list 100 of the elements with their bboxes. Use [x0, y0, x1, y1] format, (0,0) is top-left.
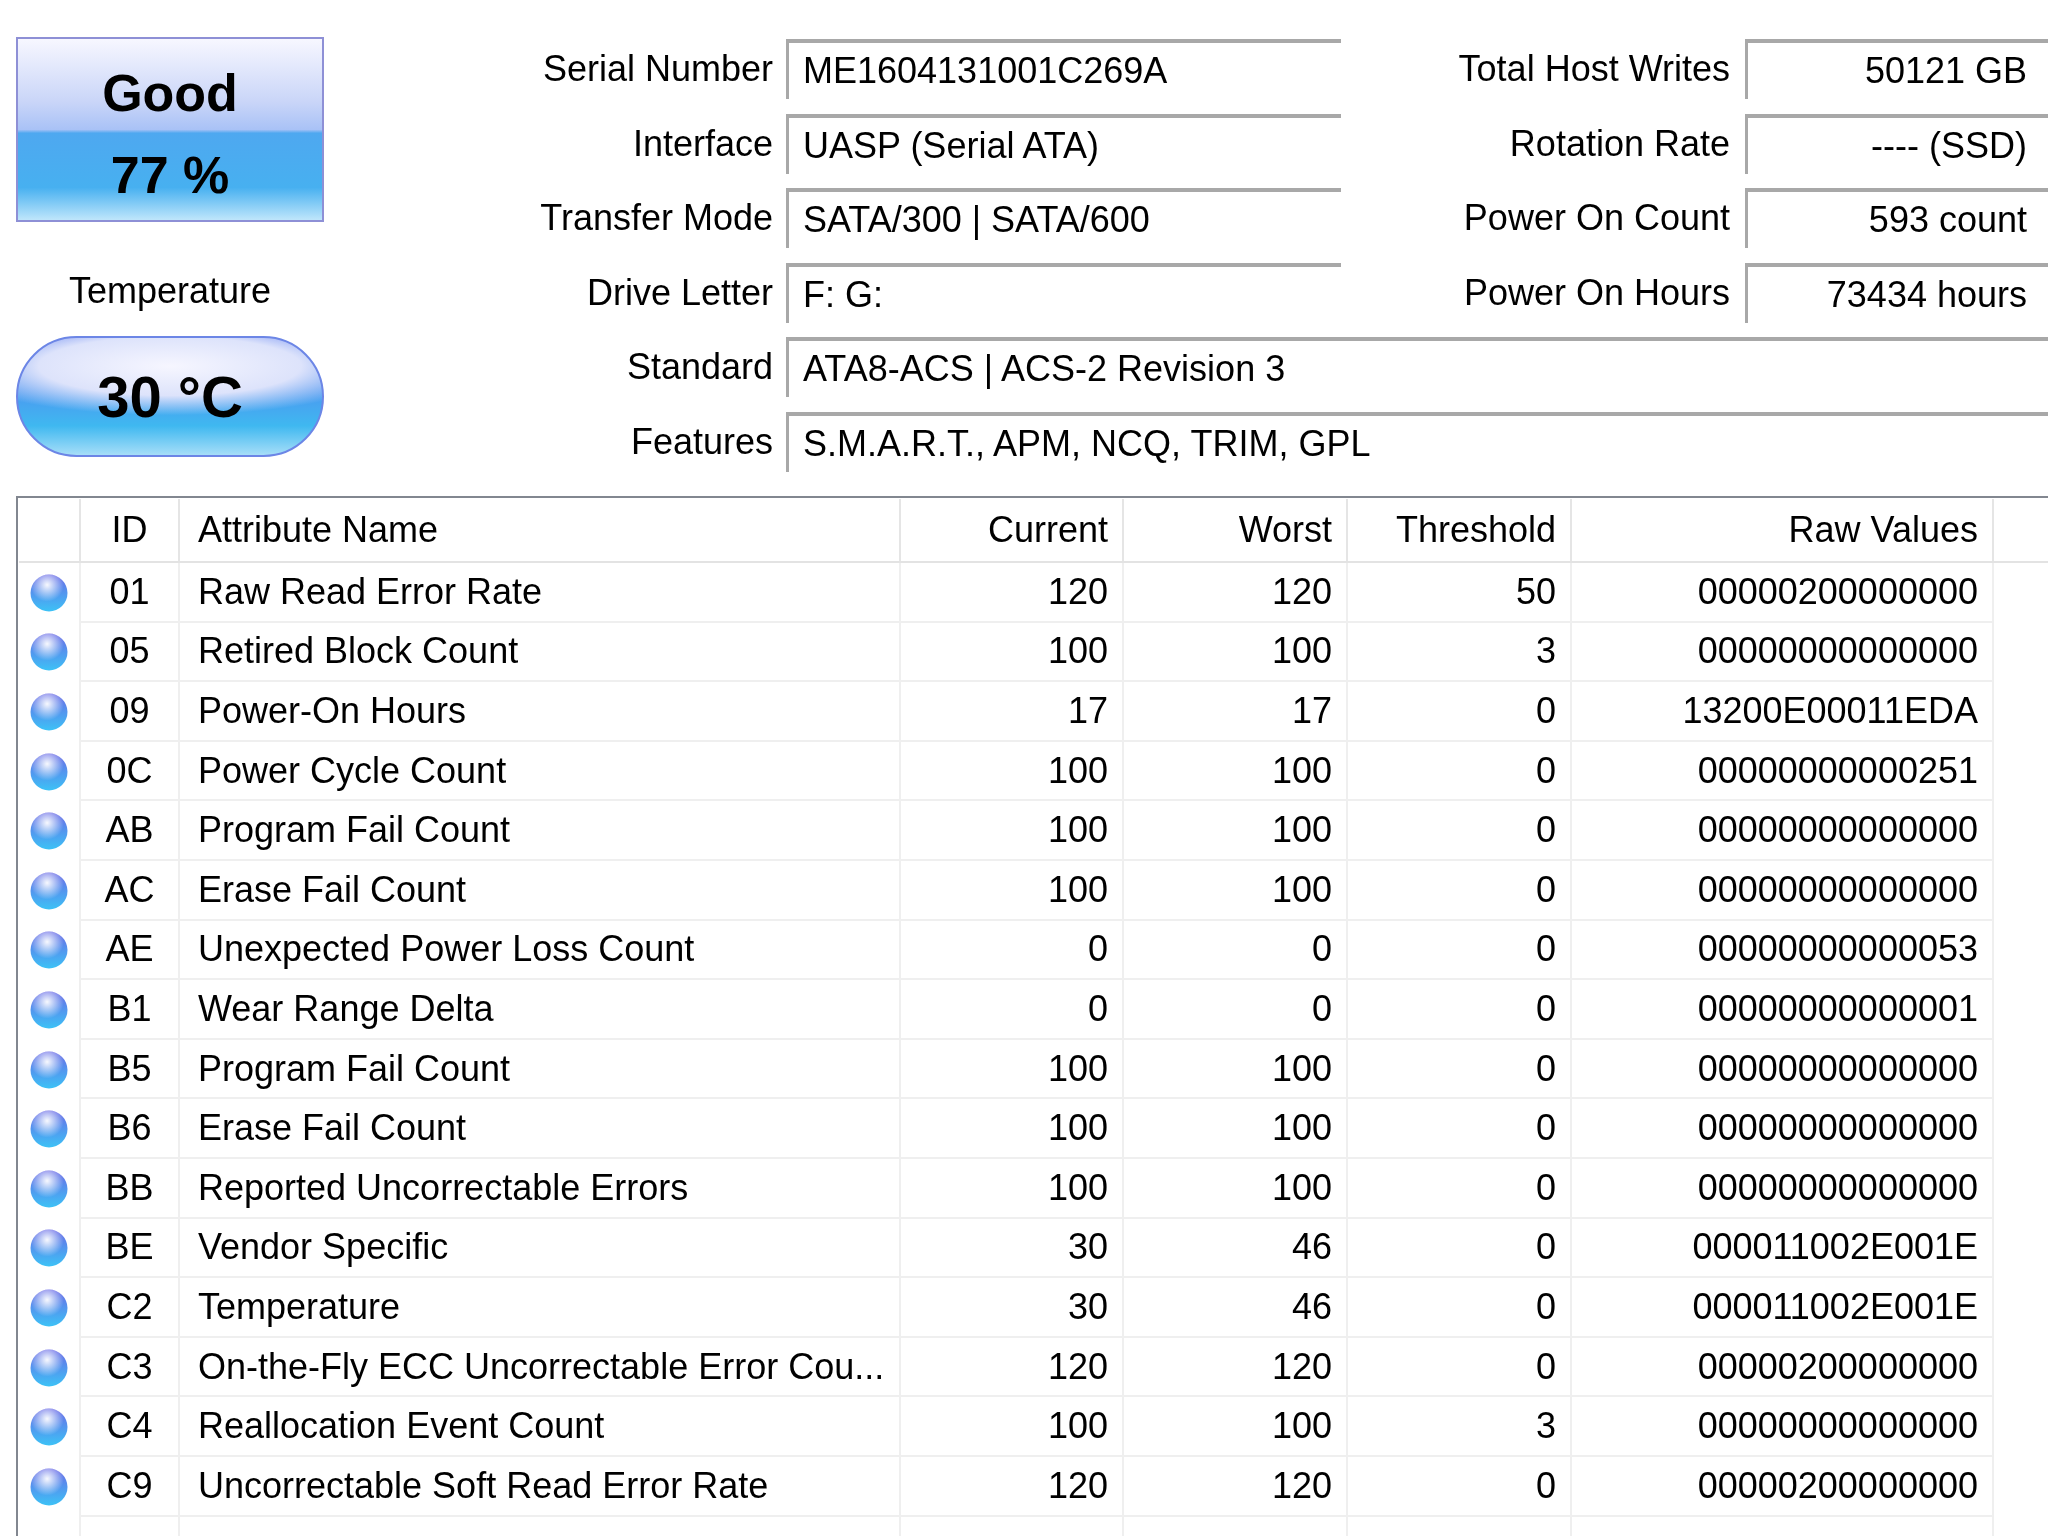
table-cell: Wear Range Delta [180, 980, 901, 1040]
table-cell: 120 [901, 1456, 1124, 1517]
table-cell: 0 [1124, 980, 1348, 1040]
column-header[interactable]: Raw Values [1572, 499, 1994, 561]
info-label: Drive Letter [586, 274, 773, 311]
table-cell: 000011002E001E [1572, 1218, 1994, 1279]
table-cell: C2 [81, 1278, 180, 1338]
table-cell: 100 [901, 741, 1124, 802]
table-cell: 100 [901, 801, 1124, 861]
table-cell: AE [81, 920, 180, 981]
table-cell: 100 [901, 622, 1124, 683]
table-cell: 0 [1348, 860, 1572, 921]
table-cell: 120 [901, 1337, 1124, 1398]
table-cell: Temperature [180, 1278, 901, 1338]
table-cell: 00000000000251 [1572, 741, 1994, 802]
table-cell: 0 [1348, 980, 1572, 1040]
table-cell: 00000000000053 [1572, 920, 1994, 981]
table-cell: 0 [1348, 1278, 1572, 1338]
column-header[interactable]: Attribute Name [180, 499, 901, 561]
table-cell: 000011002E001E [1572, 1278, 1994, 1338]
info-field: ATA8-ACS | ACS-2 Revision 3 [786, 337, 2048, 397]
info-field: UASP (Serial ATA) [786, 113, 1341, 174]
table-cell: 100 [901, 860, 1124, 921]
table-cell: C9 [81, 1456, 180, 1517]
table-cell: Program Fail Count [180, 1039, 901, 1100]
table-cell: 100 [901, 1397, 1124, 1457]
health-percent-text: 77 % [110, 145, 230, 206]
info-label: Interface [632, 125, 773, 162]
table-cell: 100 [1124, 1397, 1348, 1457]
table-cell: 0 [1348, 1456, 1572, 1517]
table-cell: 100 [1124, 860, 1348, 921]
table-cell: 100 [901, 1039, 1124, 1100]
column-header[interactable]: Worst [1124, 499, 1348, 561]
table-cell: 46 [1124, 1218, 1348, 1279]
info-label: Power On Count [1463, 200, 1730, 236]
info-field: S.M.A.R.T., APM, NCQ, TRIM, GPL [786, 411, 2048, 472]
table-cell: BB [81, 1158, 180, 1219]
table-cell: 05 [81, 622, 180, 683]
table-cell: 01 [81, 563, 180, 623]
info-field: 50121 GB [1745, 39, 2048, 99]
info-label: Total Host Writes [1458, 51, 1730, 87]
table-cell: Unexpected Power Loss Count [180, 920, 901, 981]
table-cell: 100 [1124, 622, 1348, 683]
info-field: ---- (SSD) [1745, 113, 2048, 174]
info-field: 73434 hours [1745, 262, 2048, 323]
table-cell: 00000000000000 [1572, 801, 1994, 861]
table-cell: 09 [81, 682, 180, 742]
table-cell: 120 [901, 563, 1124, 623]
column-header[interactable]: Current [901, 499, 1124, 561]
info-field: ME1604131001C269A [786, 39, 1341, 99]
table-cell: B1 [81, 980, 180, 1040]
table-cell: Power Cycle Count [180, 741, 901, 802]
table-cell: AC [81, 860, 180, 921]
table-cell: Uncorrectable Soft Read Error Rate [180, 1456, 901, 1517]
table-cell: 100 [1124, 1039, 1348, 1100]
table-cell: C4 [81, 1397, 180, 1457]
table-cell: 0 [1124, 920, 1348, 981]
table-cell: Raw Read Error Rate [180, 563, 901, 623]
table-cell: 100 [1124, 801, 1348, 861]
temperature-label: Temperature [68, 269, 272, 313]
table-cell: 00000000000000 [1572, 1158, 1994, 1219]
table-cell: Erase Fail Count [180, 860, 901, 921]
table-cell: 100 [901, 1158, 1124, 1219]
info-label: Features [630, 423, 773, 460]
table-cell: 0C [81, 741, 180, 802]
table-cell: 17 [901, 682, 1124, 742]
table-cell: BE [81, 1218, 180, 1279]
info-field: SATA/300 | SATA/600 [786, 188, 1341, 248]
info-label: Transfer Mode [540, 200, 773, 236]
table-cell: 00000000000000 [1572, 860, 1994, 921]
table-cell: 00000200000000 [1572, 1456, 1994, 1517]
table-cell: B6 [81, 1099, 180, 1159]
table-cell: Erase Fail Count [180, 1099, 901, 1159]
table-cell: Reallocation Event Count [180, 1397, 901, 1457]
table-cell: 0 [901, 980, 1124, 1040]
table-cell: 00000000000000 [1572, 1397, 1994, 1457]
table-cell: 30 [901, 1278, 1124, 1338]
temperature-reading: 30 °C [16, 336, 324, 457]
info-label: Power On Hours [1463, 274, 1730, 311]
info-label: Serial Number [542, 51, 773, 87]
table-cell: Reported Uncorrectable Errors [180, 1158, 901, 1219]
column-header[interactable]: Threshold [1348, 499, 1572, 561]
table-cell: Retired Block Count [180, 622, 901, 683]
table-cell: 120 [1124, 1456, 1348, 1517]
table-cell: AB [81, 801, 180, 861]
table-cell: 100 [901, 1099, 1124, 1159]
table-cell: 00000200000000 [1572, 563, 1994, 623]
table-cell: 0 [1348, 920, 1572, 981]
table-cell: 0 [1348, 1337, 1572, 1398]
column-header[interactable]: ID [81, 499, 180, 561]
table-cell: 3 [1348, 622, 1572, 683]
table-cell: 0 [1348, 1099, 1572, 1159]
info-field: 593 count [1745, 188, 2048, 248]
table-cell: 0 [1348, 1039, 1572, 1100]
table-cell: 00000000000000 [1572, 622, 1994, 683]
table-cell: 120 [1124, 563, 1348, 623]
table-cell: 13200E00011EDA [1572, 682, 1994, 742]
table-cell: C3 [81, 1337, 180, 1398]
table-cell: 100 [1124, 741, 1348, 802]
table-cell: 50 [1348, 563, 1572, 623]
